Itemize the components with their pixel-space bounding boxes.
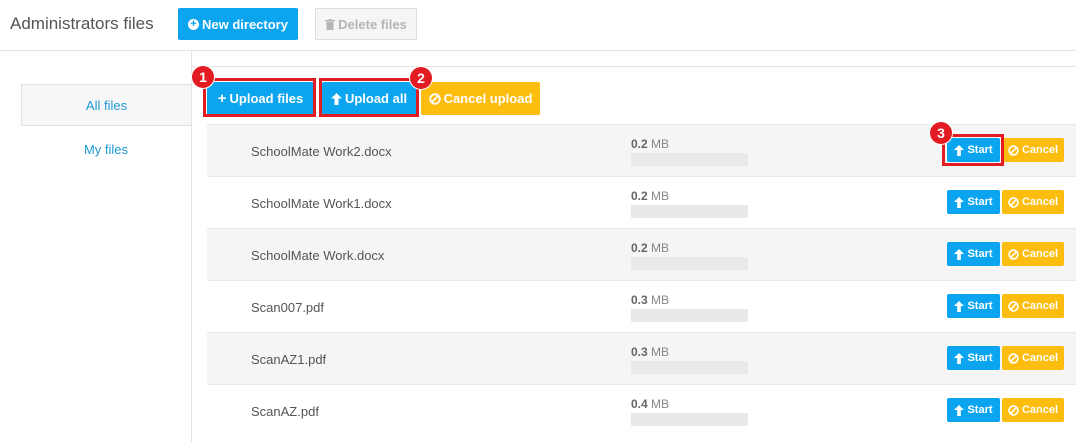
start-button[interactable]: Start [947, 346, 1000, 370]
plus-circle-icon: + [188, 18, 199, 30]
cancel-label: Cancel [1021, 352, 1059, 364]
ban-icon [1008, 144, 1019, 156]
sidebar: All files My files [0, 51, 192, 442]
ban-icon [1008, 404, 1019, 416]
ban-icon [1008, 300, 1019, 312]
sidebar-item-my-files[interactable]: My files [21, 128, 191, 170]
cancel-label: Cancel [1021, 144, 1059, 156]
start-label: Start [967, 144, 993, 156]
upload-all-button[interactable]: Upload all [322, 82, 416, 115]
ban-icon [1008, 248, 1019, 260]
start-label: Start [967, 248, 993, 260]
arrow-up-icon [954, 196, 965, 208]
upload-progress-bar [631, 413, 748, 426]
plus-icon: + [217, 90, 227, 107]
file-list: SchoolMate Work2.docx 0.2 MB Start Cance… [207, 124, 1076, 436]
delete-files-button[interactable]: Delete files [315, 8, 417, 40]
ban-icon [1008, 352, 1019, 364]
cancel-button[interactable]: Cancel [1002, 190, 1064, 214]
step-badge-3: 3 [930, 122, 952, 144]
cancel-label: Cancel [1021, 196, 1059, 208]
start-label: Start [967, 352, 993, 364]
arrow-up-icon [954, 352, 965, 364]
top-bar: Administrators files + New directory Del… [0, 0, 1076, 51]
cancel-label: Cancel [1021, 300, 1059, 312]
start-button[interactable]: Start [947, 190, 1000, 214]
ban-icon [1008, 196, 1019, 208]
file-size: 0.2 MB [631, 241, 670, 255]
start-label: Start [967, 404, 993, 416]
cancel-label: Cancel [1021, 404, 1059, 416]
content-divider [191, 66, 1076, 67]
ban-icon [428, 92, 441, 105]
upload-all-label: Upload all [344, 91, 408, 106]
file-size: 0.3 MB [631, 293, 670, 307]
file-row: ScanAZ.pdf 0.4 MB Start Cancel [207, 384, 1076, 436]
file-name: SchoolMate Work1.docx [251, 196, 392, 211]
cancel-button[interactable]: Cancel [1002, 138, 1064, 162]
file-name: ScanAZ1.pdf [251, 352, 327, 367]
cancel-button[interactable]: Cancel [1002, 346, 1064, 370]
page-title: Administrators files [10, 14, 154, 33]
upload-progress-bar [631, 309, 748, 322]
file-name: Scan007.pdf [251, 300, 325, 315]
start-button[interactable]: Start [947, 242, 1000, 266]
file-row: Scan007.pdf 0.3 MB Start Cancel [207, 280, 1076, 332]
step-badge-1: 1 [192, 66, 214, 88]
file-row: ScanAZ1.pdf 0.3 MB Start Cancel [207, 332, 1076, 384]
new-directory-label: New directory [202, 16, 288, 32]
trash-icon [325, 18, 336, 30]
file-row: SchoolMate Work1.docx 0.2 MB Start Cance… [207, 176, 1076, 228]
cancel-button[interactable]: Cancel [1002, 242, 1064, 266]
delete-files-label: Delete files [338, 16, 407, 32]
file-size: 0.4 MB [631, 397, 670, 411]
sidebar-item-label: My files [83, 141, 129, 157]
arrow-up-icon [954, 248, 965, 260]
file-size: 0.2 MB [631, 137, 670, 151]
upload-files-label: Upload files [229, 91, 304, 106]
file-name: ScanAZ.pdf [251, 404, 319, 419]
start-button[interactable]: Start [947, 138, 1000, 162]
start-button[interactable]: Start [947, 294, 1000, 318]
upload-progress-bar [631, 361, 748, 374]
sidebar-item-all-files[interactable]: All files [21, 84, 191, 126]
file-size: 0.3 MB [631, 345, 670, 359]
file-name: SchoolMate Work2.docx [251, 144, 392, 159]
arrow-up-icon [954, 404, 965, 416]
cancel-button[interactable]: Cancel [1002, 398, 1064, 422]
arrow-up-icon [330, 92, 342, 105]
cancel-label: Cancel [1021, 248, 1059, 260]
upload-files-button[interactable]: + Upload files [207, 82, 314, 115]
step-badge-2: 2 [410, 67, 432, 89]
arrow-up-icon [954, 144, 965, 156]
file-size: 0.2 MB [631, 189, 670, 203]
start-button[interactable]: Start [947, 398, 1000, 422]
file-name: SchoolMate Work.docx [251, 248, 385, 263]
file-row: SchoolMate Work.docx 0.2 MB Start Cancel [207, 228, 1076, 280]
start-label: Start [967, 196, 993, 208]
upload-progress-bar [631, 205, 748, 218]
cancel-upload-button[interactable]: Cancel upload [421, 82, 540, 115]
cancel-upload-label: Cancel upload [443, 91, 533, 106]
new-directory-button[interactable]: + New directory [178, 8, 298, 40]
upload-progress-bar [631, 153, 748, 166]
start-label: Start [967, 300, 993, 312]
sidebar-item-label: All files [85, 97, 128, 113]
cancel-button[interactable]: Cancel [1002, 294, 1064, 318]
upload-progress-bar [631, 257, 748, 270]
arrow-up-icon [954, 300, 965, 312]
